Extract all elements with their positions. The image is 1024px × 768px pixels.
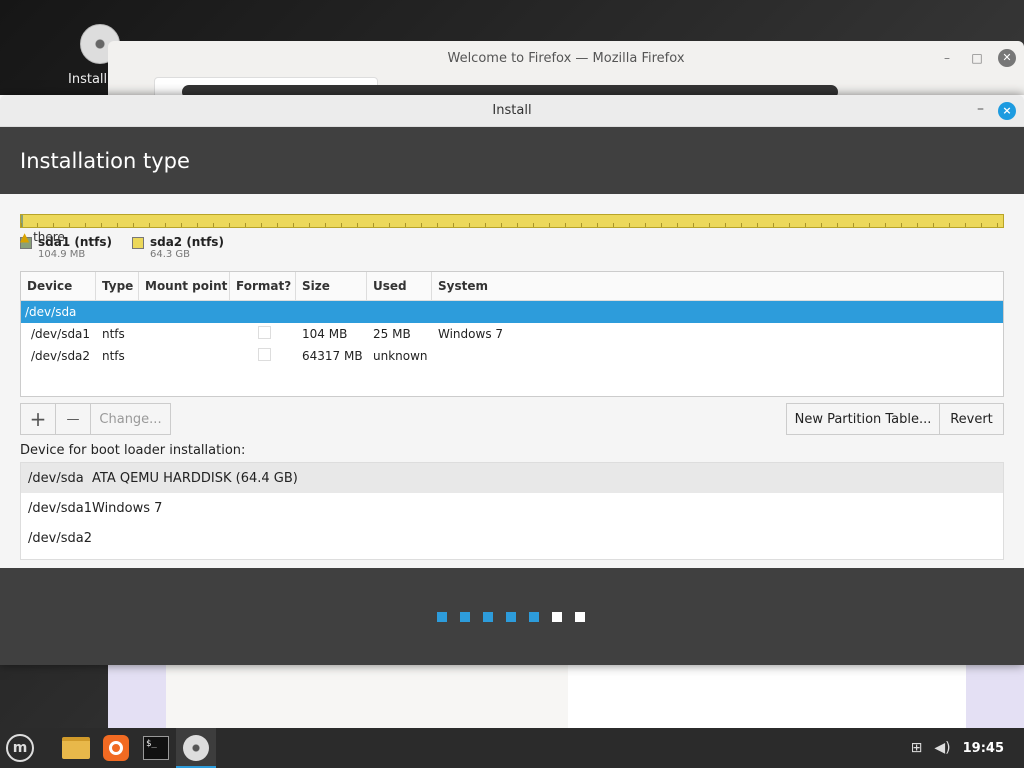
cell-format[interactable] [230,326,296,342]
progress-step-dot [483,612,493,622]
close-icon[interactable]: ✕ [998,49,1016,67]
swatch-sda2 [131,237,144,249]
legend-size: 64.3 GB [149,249,191,260]
legend-item-sda2: sda2 (ntfs) 64.3 GB [131,235,224,260]
terminal-launcher[interactable]: $_ [136,728,176,768]
boot-device-item[interactable]: /dev/sda2 [21,523,1003,553]
table-header: Device Type Mount point Format? Size Use… [21,272,1003,301]
progress-step-dot [506,612,516,622]
cell-format[interactable] [230,348,296,364]
column-header-device[interactable]: Device [21,272,96,300]
partition-bar [20,214,1004,228]
column-header-size[interactable]: Size [296,272,367,300]
progress-step-dot [575,612,585,622]
revert-button[interactable]: Revert [939,403,1004,435]
progress-step-dot [460,612,470,622]
installer-icon [183,735,209,761]
warning-text: there [33,230,65,244]
menu-button[interactable]: m [0,728,40,768]
network-icon[interactable]: ⊞ [911,740,923,756]
cell-size: 64317 MB [302,349,363,363]
terminal-icon: $_ [143,736,169,760]
boot-device-desc: Windows 7 [92,500,163,516]
menu-icon: m [6,734,34,762]
files-launcher[interactable] [56,728,96,768]
remove-partition-button[interactable]: — [55,403,91,435]
legend-name: sda2 (ntfs) [149,235,224,249]
boot-device-name: /dev/sda [28,470,84,486]
format-checkbox[interactable] [258,348,271,361]
warning-note: ▲ there [20,230,65,244]
installer-title: Install [492,103,532,118]
boot-device-name: /dev/sda2 [28,530,92,546]
close-icon[interactable]: × [998,102,1016,120]
minimize-icon[interactable]: – [938,49,956,67]
boot-device-desc: ATA QEMU HARDDISK (64.4 GB) [92,470,298,486]
column-header-used[interactable]: Used [367,272,432,300]
progress-steps [437,612,585,622]
boot-device-name: /dev/sda1 [28,500,92,516]
column-header-format[interactable]: Format? [230,272,296,300]
minimize-icon[interactable]: – [977,101,984,117]
progress-step-dot [529,612,539,622]
taskbar: m $_ ⊞ ◀) 19:45 [0,728,1024,768]
cell-type: ntfs [102,327,125,341]
installer-footer [0,568,1024,665]
progress-step-dot [552,612,562,622]
firefox-titlebar: Welcome to Firefox — Mozilla Firefox – □… [108,41,1024,75]
installer-window: Install – × Installation type sda1 (ntfs… [0,95,1024,665]
table-row[interactable]: /dev/sda2 ntfs 64317 MB unknown [21,345,1003,367]
system-tray: ⊞ ◀) 19:45 [911,728,1024,768]
cell-device: /dev/sda1 [31,327,91,341]
warning-icon: ▲ [20,230,30,244]
legend-size: 104.9 MB [38,249,86,260]
firefox-launcher[interactable] [96,728,136,768]
maximize-icon[interactable]: □ [968,49,986,67]
boot-device-item[interactable]: /dev/sda ATA QEMU HARDDISK (64.4 GB) [21,463,1003,493]
add-partition-button[interactable]: + [20,403,56,435]
change-partition-button[interactable]: Change... [90,403,171,435]
partition-table[interactable]: Device Type Mount point Format? Size Use… [20,271,1004,397]
installer-titlebar: Install – × [0,95,1024,127]
table-row[interactable]: /dev/sda1 ntfs 104 MB 25 MB Windows 7 [21,323,1003,345]
format-checkbox[interactable] [258,326,271,339]
table-row[interactable]: /dev/sda [21,301,1003,323]
partition-bar-ticks [21,223,1003,227]
cell-type: ntfs [102,349,125,363]
cell-system: Windows 7 [438,327,504,341]
new-partition-table-button[interactable]: New Partition Table... [786,403,940,435]
installer-body: sda1 (ntfs) 104.9 MB sda2 (ntfs) 64.3 GB… [0,194,1024,568]
cell-size: 104 MB [302,327,348,341]
cell-used: 25 MB [373,327,411,341]
files-icon [62,737,90,759]
page-title: Installation type [0,127,1024,194]
partition-toolbar: + — Change... New Partition Table... Rev… [20,403,1004,435]
cell-used: unknown [373,349,428,363]
boot-loader-list[interactable]: /dev/sda ATA QEMU HARDDISK (64.4 GB) /de… [20,462,1004,560]
cell-device: /dev/sda2 [31,349,91,363]
column-header-mount[interactable]: Mount point [139,272,230,300]
progress-step-dot [437,612,447,622]
installer-launcher[interactable] [176,728,216,768]
firefox-icon [103,735,129,761]
column-header-system[interactable]: System [432,272,1003,300]
clock[interactable]: 19:45 [963,741,1004,756]
column-header-type[interactable]: Type [96,272,139,300]
cell-device: /dev/sda [25,305,77,319]
firefox-title: Welcome to Firefox — Mozilla Firefox [447,50,685,66]
boot-device-item[interactable]: /dev/sda1 Windows 7 [21,493,1003,523]
volume-icon[interactable]: ◀) [934,740,950,756]
boot-loader-label: Device for boot loader installation: [20,443,246,458]
